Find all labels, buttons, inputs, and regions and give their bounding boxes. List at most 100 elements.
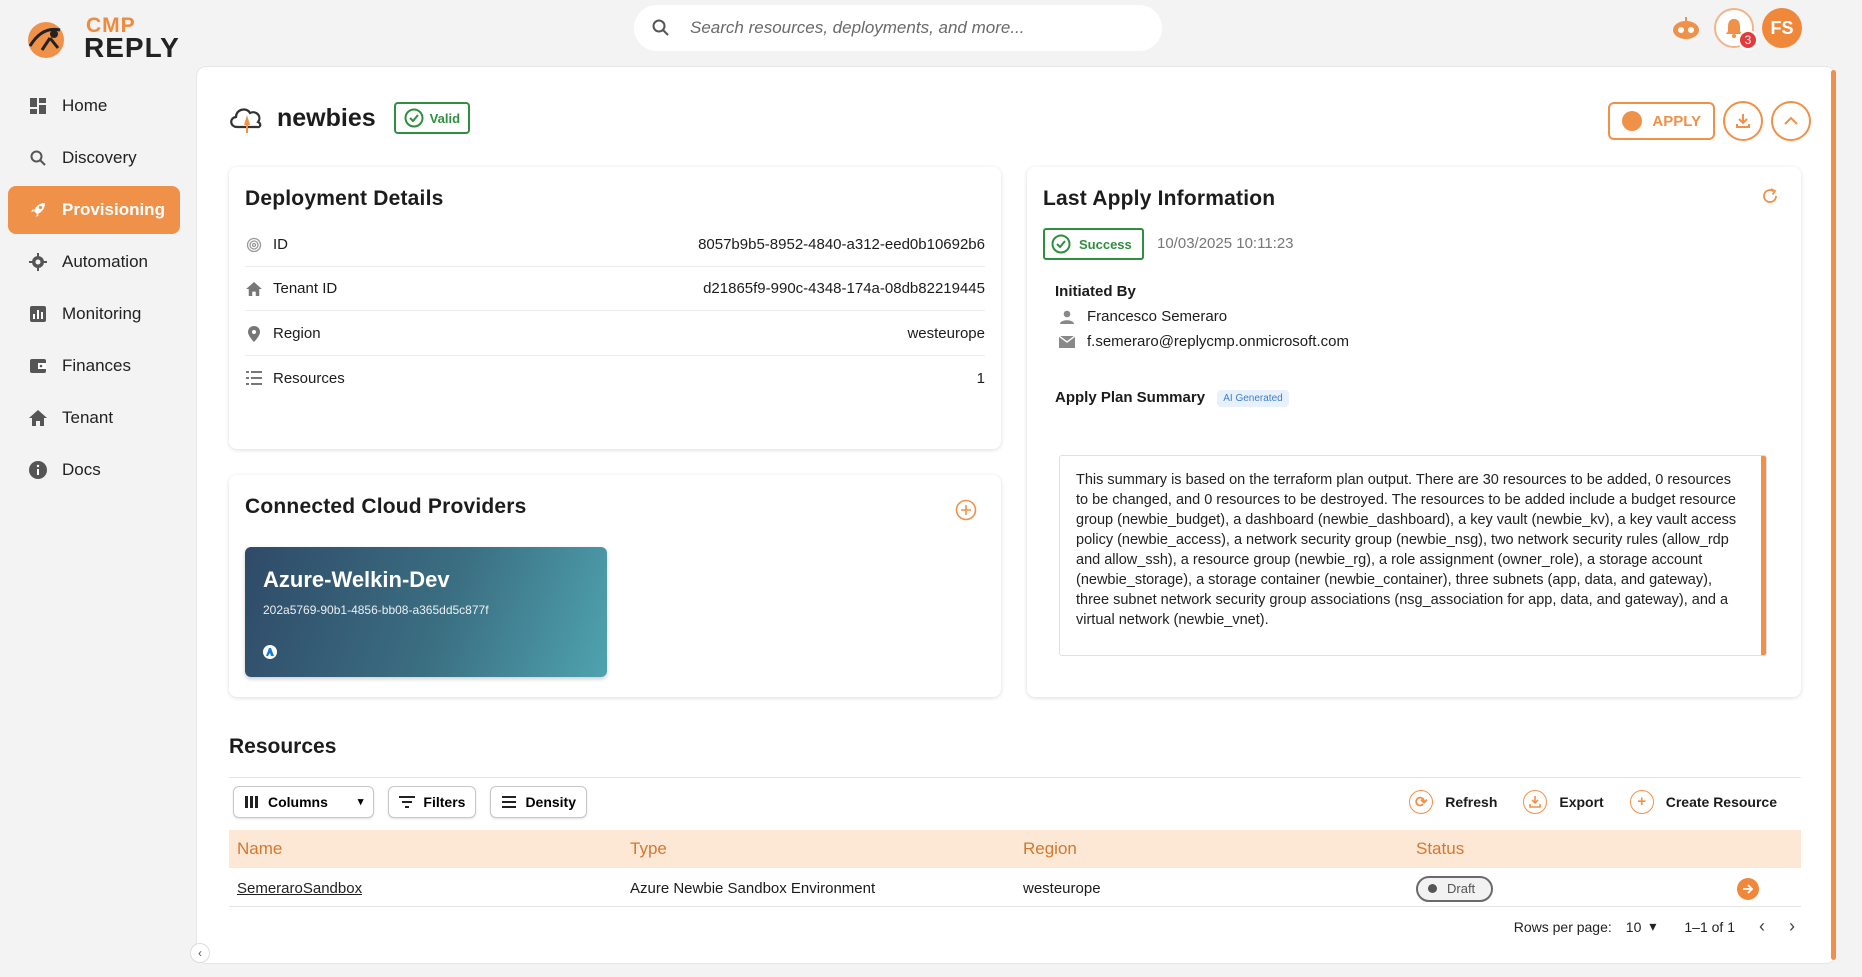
resource-region: westeurope: [1023, 880, 1101, 897]
detail-label: ID: [273, 236, 288, 253]
detail-row-tenant-id: Tenant ID d21865f9-990c-4348-174a-08db82…: [245, 267, 985, 311]
next-page-button[interactable]: ›: [1789, 916, 1795, 937]
initiator-name-text: Francesco Semeraro: [1087, 308, 1228, 325]
table-row[interactable]: SemeraroSandbox Azure Newbie Sandbox Env…: [229, 871, 1801, 907]
user-avatar[interactable]: FS: [1762, 8, 1802, 48]
columns-button[interactable]: Columns ▾: [233, 785, 375, 818]
download-button[interactable]: [1723, 101, 1763, 141]
summary-text: This summary is based on the terraform p…: [1076, 472, 1737, 628]
initiator-email-text: f.semeraro@replycmp.onmicrosoft.com: [1087, 333, 1349, 350]
sidebar-item-docs[interactable]: Docs: [8, 446, 180, 494]
pin-icon: [245, 325, 263, 343]
column-header-status[interactable]: Status: [1408, 839, 1801, 859]
detail-row-id: ID 8057b9b5-8952-4840-a312-eed0b10692b6: [245, 223, 985, 267]
status-badge-label: Draft: [1447, 881, 1476, 896]
cloud-providers-card: Connected Cloud Providers Azure-Welkin-D…: [229, 475, 1001, 697]
logo-text-bottom: REPLY: [84, 32, 180, 63]
notifications-button[interactable]: 3: [1714, 8, 1758, 50]
density-button[interactable]: Density: [490, 785, 588, 818]
sidebar-item-provisioning[interactable]: Provisioning: [8, 186, 180, 234]
rows-per-page-label: Rows per page:: [1513, 918, 1612, 935]
global-search[interactable]: [634, 5, 1162, 51]
summary-heading: Apply Plan Summary AI Generated: [1055, 389, 1289, 407]
sidebar-item-automation[interactable]: Automation: [8, 238, 180, 286]
info-icon: [28, 460, 48, 480]
sidebar-item-label: Tenant: [62, 408, 114, 427]
detail-label: Region: [273, 325, 321, 342]
sidebar-item-finances[interactable]: Finances: [8, 342, 180, 390]
initiated-by-label: Initiated By: [1055, 283, 1136, 300]
resource-name-link[interactable]: SemeraroSandbox: [237, 880, 362, 897]
sidebar-item-label: Discovery: [62, 148, 137, 167]
provider-name: Azure-Welkin-Dev: [263, 567, 450, 592]
sidebar-item-tenant[interactable]: Tenant: [8, 394, 180, 442]
person-icon: [1059, 309, 1075, 325]
sidebar-item-label: Home: [62, 96, 108, 115]
assistant-button[interactable]: [1666, 8, 1706, 48]
apply-button[interactable]: APPLY: [1608, 102, 1715, 140]
column-header-name[interactable]: Name: [229, 839, 622, 859]
sidebar-item-monitoring[interactable]: Monitoring: [8, 290, 180, 338]
home-icon: [245, 280, 263, 298]
apply-plan-summary[interactable]: This summary is based on the terraform p…: [1059, 455, 1767, 656]
initiator-email: f.semeraro@replycmp.onmicrosoft.com: [1059, 333, 1349, 350]
summary-heading-text: Apply Plan Summary: [1055, 389, 1206, 406]
chevron-up-icon: [1784, 116, 1798, 125]
status-badge: Draft: [1416, 875, 1494, 902]
search-icon: [652, 19, 669, 36]
refresh-button-label: Refresh: [1445, 793, 1498, 810]
columns-icon: [244, 795, 260, 809]
azure-logo-icon: [263, 645, 277, 659]
pagination: Rows per page: 10 ▾ 1–1 of 1 ‹ ›: [1514, 916, 1795, 937]
page-range: 1–1 of 1: [1684, 918, 1735, 935]
apply-icon: [1622, 111, 1643, 131]
detail-value: 8057b9b5-8952-4840-a312-eed0b10692b6: [698, 236, 985, 253]
column-header-type[interactable]: Type: [622, 839, 1015, 859]
search-input[interactable]: [690, 18, 1130, 38]
validity-badge: Valid: [393, 102, 471, 134]
check-circle-icon: [404, 108, 424, 128]
header-actions: APPLY: [1608, 101, 1811, 141]
sidebar-item-discovery[interactable]: Discovery: [8, 134, 180, 182]
plus-icon: +: [1629, 789, 1654, 814]
deployment-panel: newbies Valid APPLY Deployment Details I…: [196, 66, 1836, 964]
status-dot: [1428, 884, 1437, 893]
rocket-icon: [28, 200, 48, 220]
collapse-button[interactable]: [1771, 101, 1811, 141]
card-title: Deployment Details: [245, 187, 444, 210]
create-resource-button[interactable]: + Create Resource: [1629, 789, 1777, 814]
export-button[interactable]: Export: [1523, 789, 1604, 814]
refresh-icon: ⟳: [1409, 789, 1434, 814]
filters-button[interactable]: Filters: [388, 785, 477, 818]
summary-scrollbar[interactable]: [1761, 456, 1766, 655]
detail-row-resources: Resources 1: [245, 356, 985, 400]
app-logo[interactable]: CMP REPLY: [20, 12, 179, 63]
page-scrollbar[interactable]: [1831, 70, 1836, 960]
column-header-region[interactable]: Region: [1015, 839, 1408, 859]
resources-title: Resources: [229, 735, 337, 758]
filter-icon: [399, 795, 416, 809]
download-icon: [1736, 114, 1750, 128]
refresh-icon[interactable]: [1761, 187, 1779, 205]
density-button-label: Density: [525, 793, 577, 810]
prev-page-button[interactable]: ‹: [1759, 916, 1765, 937]
apply-status-badge: Success: [1043, 228, 1144, 260]
deployment-details-card: Deployment Details ID 8057b9b5-8952-4840…: [229, 167, 1001, 449]
add-provider-icon[interactable]: [955, 499, 977, 521]
sidebar-collapse-button[interactable]: ‹: [190, 943, 210, 963]
card-title: Connected Cloud Providers: [245, 495, 527, 518]
provider-card-azure[interactable]: Azure-Welkin-Dev 202a5769-90b1-4856-bb08…: [245, 547, 607, 677]
detail-value: westeurope: [907, 325, 985, 342]
rows-per-page-value: 10: [1625, 918, 1642, 935]
density-icon: [501, 795, 517, 809]
rows-per-page-select[interactable]: 10 ▾: [1626, 918, 1657, 935]
check-circle-icon: [1051, 234, 1071, 254]
sidebar-item-label: Docs: [62, 460, 101, 479]
open-resource-button[interactable]: [1737, 878, 1759, 900]
deployment-title: newbies: [277, 103, 376, 132]
card-title: Last Apply Information: [1043, 187, 1276, 210]
sidebar-nav: Home Discovery Provisioning Automation M…: [8, 82, 180, 498]
grid-icon: [28, 96, 48, 116]
refresh-button[interactable]: ⟳ Refresh: [1409, 789, 1498, 814]
sidebar-item-home[interactable]: Home: [8, 82, 180, 130]
